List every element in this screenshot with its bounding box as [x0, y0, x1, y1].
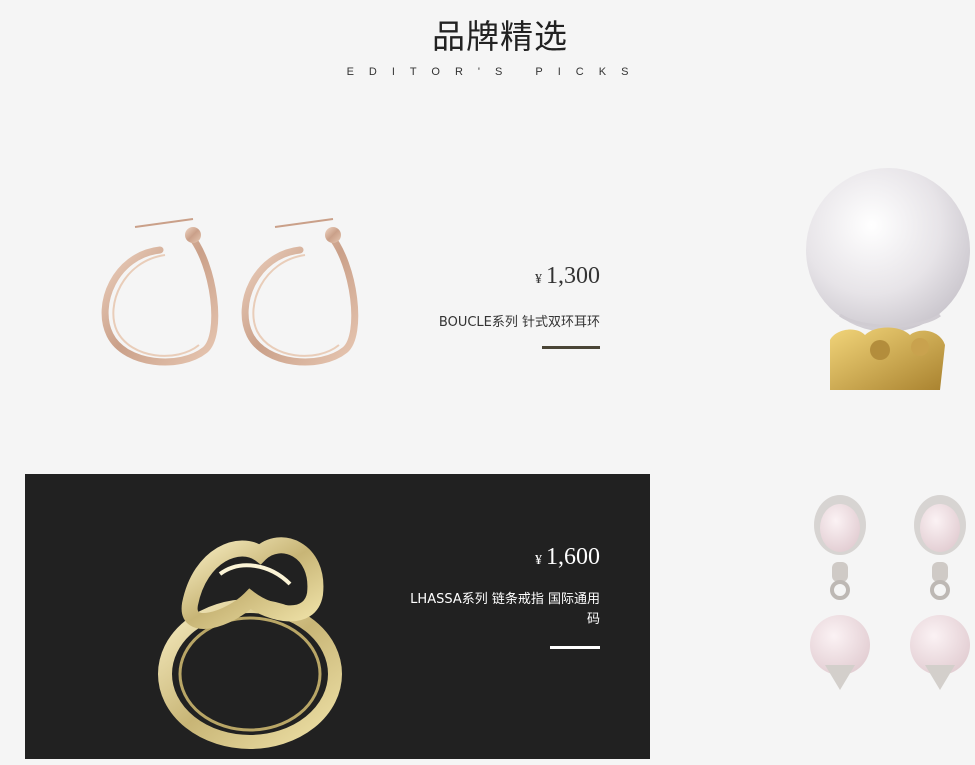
accent-bar — [542, 346, 600, 349]
product-card-lhassa-ring[interactable]: ¥1,600 LHASSA系列 链条戒指 国际通用码 — [25, 474, 650, 759]
product-price: ¥1,300 — [535, 263, 600, 290]
accent-bar — [550, 646, 600, 649]
currency-symbol: ¥ — [535, 553, 542, 568]
section-subtitle: EDITOR'S PICKS — [346, 66, 644, 78]
product-card-boucle-earrings[interactable]: ¥1,300 BOUCLE系列 针式双环耳环 — [25, 135, 650, 435]
price-value: 1,300 — [546, 263, 600, 289]
product-name[interactable]: LHASSA系列 链条戒指 国际通用码 — [400, 590, 600, 630]
price-value: 1,600 — [546, 544, 600, 570]
pink-stone-earrings-image[interactable] — [800, 490, 975, 710]
editors-picks-section: 品牌精选 EDITOR'S PICKS ¥ 1,300 BOUCLE系列 针式双… — [0, 0, 975, 765]
chain-ring-image[interactable] — [150, 514, 350, 754]
product-price: ¥1,600 — [535, 544, 600, 571]
hoop-earrings-image[interactable] — [85, 195, 385, 395]
crystal-ball-lion-image[interactable] — [800, 165, 975, 405]
product-name[interactable]: BOUCLE系列 针式双环耳环 — [439, 311, 600, 330]
currency-symbol: ¥ — [535, 272, 542, 287]
section-title: 品牌精选 — [432, 17, 568, 56]
